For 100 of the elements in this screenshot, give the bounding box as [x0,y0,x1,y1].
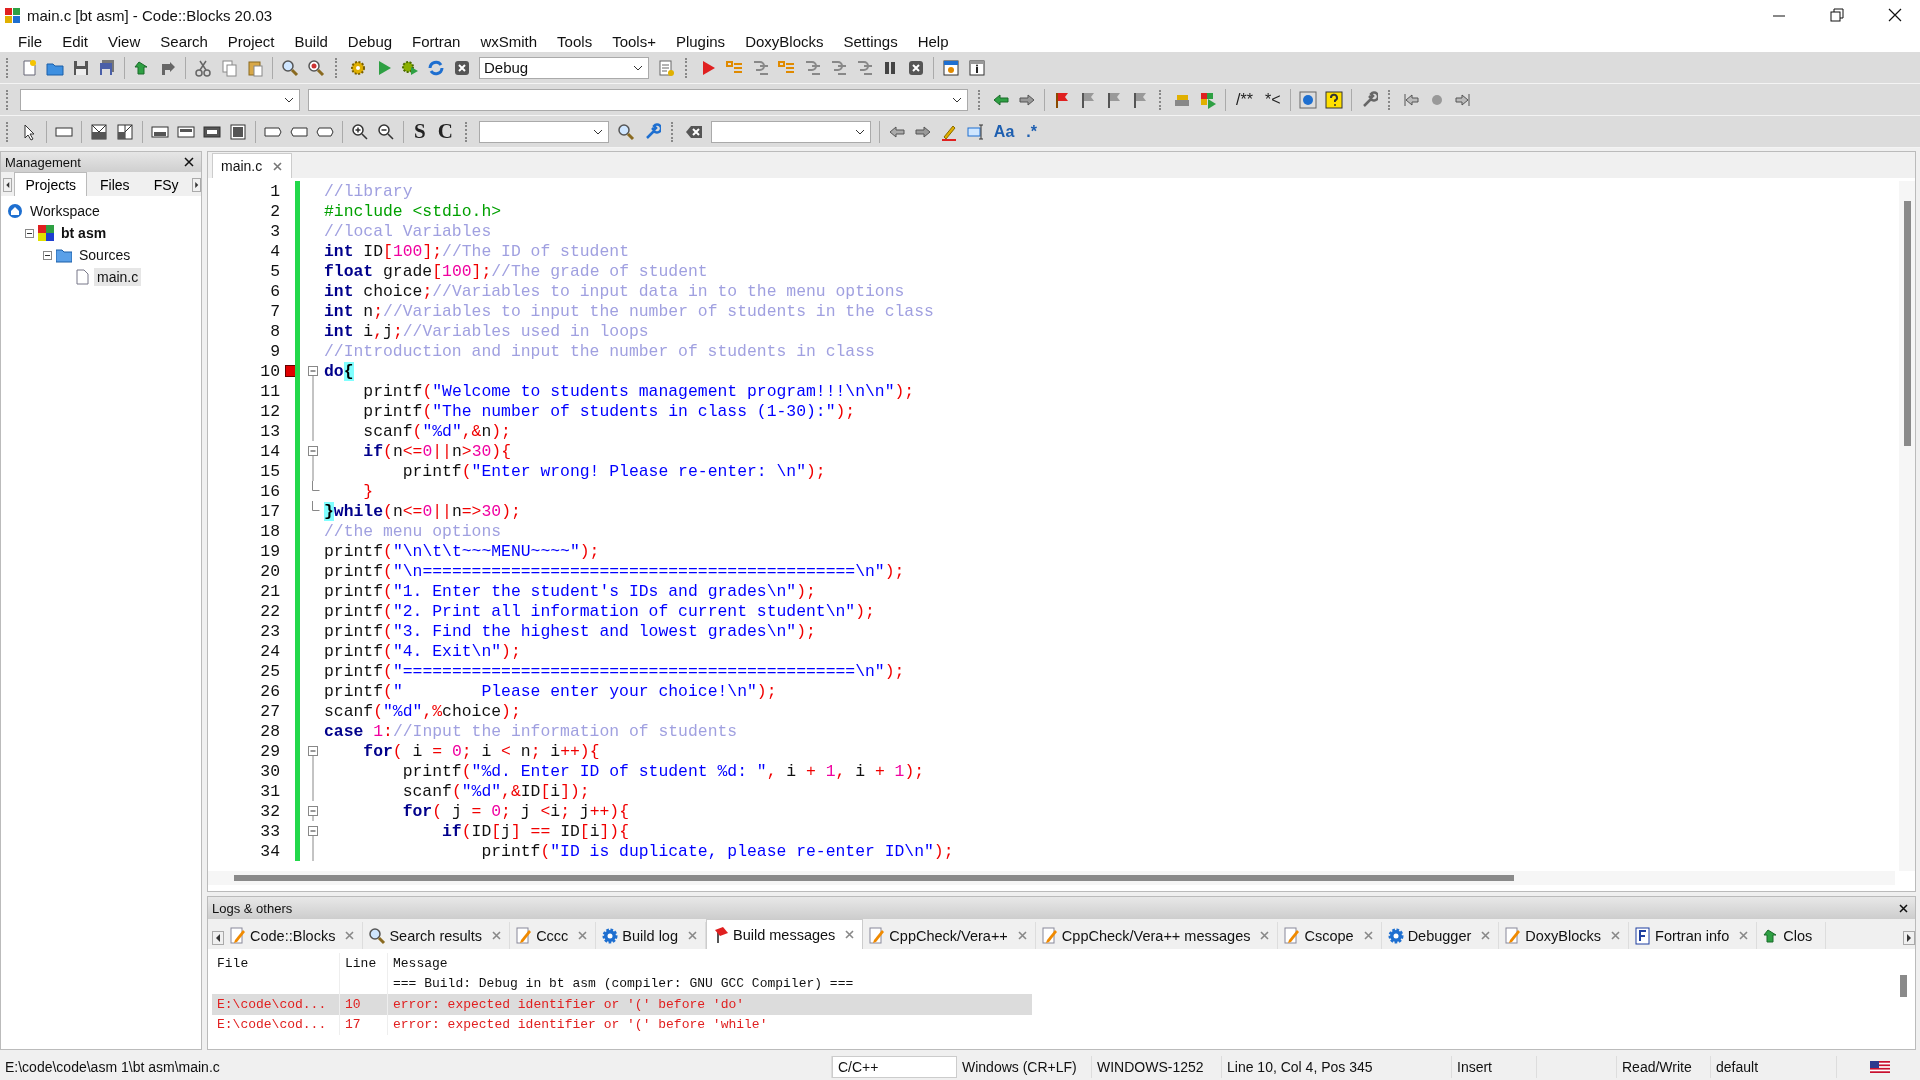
log-tab[interactable]: Cscope [1278,922,1382,949]
dropdown-field[interactable] [308,88,968,111]
column-header[interactable]: Message [388,953,1032,974]
dropdown-field[interactable] [20,88,300,111]
next-bookmark-icon[interactable] [1105,90,1123,109]
abort-icon[interactable] [453,58,471,77]
paste-icon[interactable] [246,58,264,77]
menu-item[interactable]: wxSmith [470,32,548,50]
scroll-left-icon[interactable] [212,931,224,945]
tab-label[interactable]: CppCheck/Vera++ [889,927,1008,944]
menu-item[interactable]: File [8,32,53,50]
build-gear-icon[interactable] [349,58,367,77]
tab-label[interactable]: Code::Blocks [250,927,336,944]
menu-item[interactable]: Build [284,32,338,50]
log-tab[interactable]: CppCheck/Vera++ [863,922,1036,949]
scroll-right-icon[interactable] [1903,931,1915,945]
toolbar-button[interactable]: S [412,119,428,144]
menu-item[interactable]: Edit [52,32,99,50]
extract-docs-icon[interactable] [1199,90,1217,109]
select-text-icon[interactable] [965,122,984,141]
close-icon[interactable] [183,156,195,168]
menu-item[interactable]: Fortran [402,32,471,50]
column-header[interactable]: File [212,953,340,974]
log-tab[interactable]: Code::Blocks [224,922,364,949]
html-docs-icon[interactable] [1299,90,1318,109]
tab-label[interactable]: Build messages [733,926,836,943]
tab-label[interactable]: Cccc [536,927,569,944]
save-all-icon[interactable] [98,58,116,77]
menu-item[interactable]: Project [217,32,285,50]
build-run-icon[interactable] [401,58,419,77]
toolbar-button[interactable]: .* [1024,122,1039,141]
box-half-icon[interactable] [116,122,134,141]
menu-item[interactable]: Plugins [665,32,736,50]
rebuild-icon[interactable] [427,58,445,77]
scroll-left-icon[interactable] [3,178,13,192]
message-row[interactable]: E:\code\cod... 10 error: expected identifier or '(' before 'do' [212,994,1032,1015]
tab-label[interactable]: Build log [622,927,678,944]
tab-label[interactable]: CppCheck/Vera++ messages [1061,927,1251,944]
next-line-icon[interactable] [751,58,769,77]
tree-item[interactable]: Workspace [27,202,103,220]
target-options-icon[interactable] [657,58,675,77]
new-file-icon[interactable] [20,58,38,77]
toolbar-button[interactable]: *< [1262,90,1283,109]
zoom-out-icon[interactable] [377,122,395,141]
search-icon[interactable] [281,58,299,77]
panel-tab[interactable]: Projects [14,172,88,196]
next-instruction-icon[interactable] [829,58,847,77]
menu-item[interactable]: Help [907,32,959,50]
toolbar-button[interactable]: Aa [991,122,1017,141]
previous-bookmark-icon[interactable] [1079,90,1097,109]
scroll-thumb[interactable] [1900,975,1907,997]
menu-item[interactable]: Debug [337,32,403,50]
log-tab[interactable]: Clos [1757,922,1827,949]
log-tab[interactable]: Cccc [510,922,597,949]
block-fill-icon[interactable] [229,122,247,141]
menu-item[interactable]: Tools+ [602,32,666,50]
tab-label[interactable]: Cscope [1304,927,1354,944]
scrollbar[interactable] [208,871,1895,885]
column-header[interactable]: Line [340,953,388,974]
stop-icon[interactable] [907,58,925,77]
save-icon[interactable] [72,58,90,77]
log-tab[interactable]: Build messages [706,919,864,949]
dropdown-field[interactable] [478,120,609,143]
collapse-icon[interactable] [43,250,52,260]
restore-icon[interactable] [1828,6,1846,24]
log-tab[interactable]: DoxyBlocks [1499,922,1630,949]
tree-item[interactable]: bt asm [58,224,110,242]
log-tab[interactable]: Debugger [1381,922,1500,949]
log-tab[interactable]: Build log [596,922,706,949]
menu-item[interactable]: View [98,32,151,50]
toolbar-button[interactable]: /** [1234,90,1255,109]
editor-tab[interactable]: main.c [212,153,293,178]
close-icon[interactable] [1886,6,1904,24]
tab-label[interactable]: DoxyBlocks [1525,927,1602,944]
copy-icon[interactable] [220,58,238,77]
scroll-right-icon[interactable] [191,178,201,192]
message-row[interactable]: E:\code\cod... 17 error: expected identifier or '(' before 'while' [212,1014,1032,1035]
tree-item[interactable]: Sources [76,246,134,264]
scroll-thumb[interactable] [1904,201,1911,446]
tab-label[interactable]: Fortran info [1655,927,1730,944]
step-out-icon[interactable] [803,58,821,77]
zoom-in-icon[interactable] [351,122,369,141]
replace-icon[interactable] [307,58,325,77]
toolbar-button[interactable]: C [435,119,455,144]
menu-item[interactable]: Settings [833,32,908,50]
info-icon[interactable] [968,58,986,77]
bookmark-flag-icon[interactable] [1053,90,1071,109]
tab-label[interactable]: Search results [389,927,483,944]
scroll-thumb[interactable] [234,875,1514,881]
tab-label[interactable]: Clos [1783,927,1813,944]
search-icon[interactable] [616,122,635,141]
step-instruction-icon[interactable] [855,58,873,77]
dropdown-field[interactable] [710,120,871,143]
clear-bookmarks-icon[interactable] [1131,90,1149,109]
tab-label[interactable]: Debugger [1407,927,1472,944]
collapse-icon[interactable] [25,228,34,238]
help-icon[interactable] [1325,90,1344,109]
tab-label[interactable]: main.c [221,158,263,174]
box-cross-icon[interactable] [90,122,108,141]
log-tab[interactable]: CppCheck/Vera++ messages [1035,922,1279,949]
